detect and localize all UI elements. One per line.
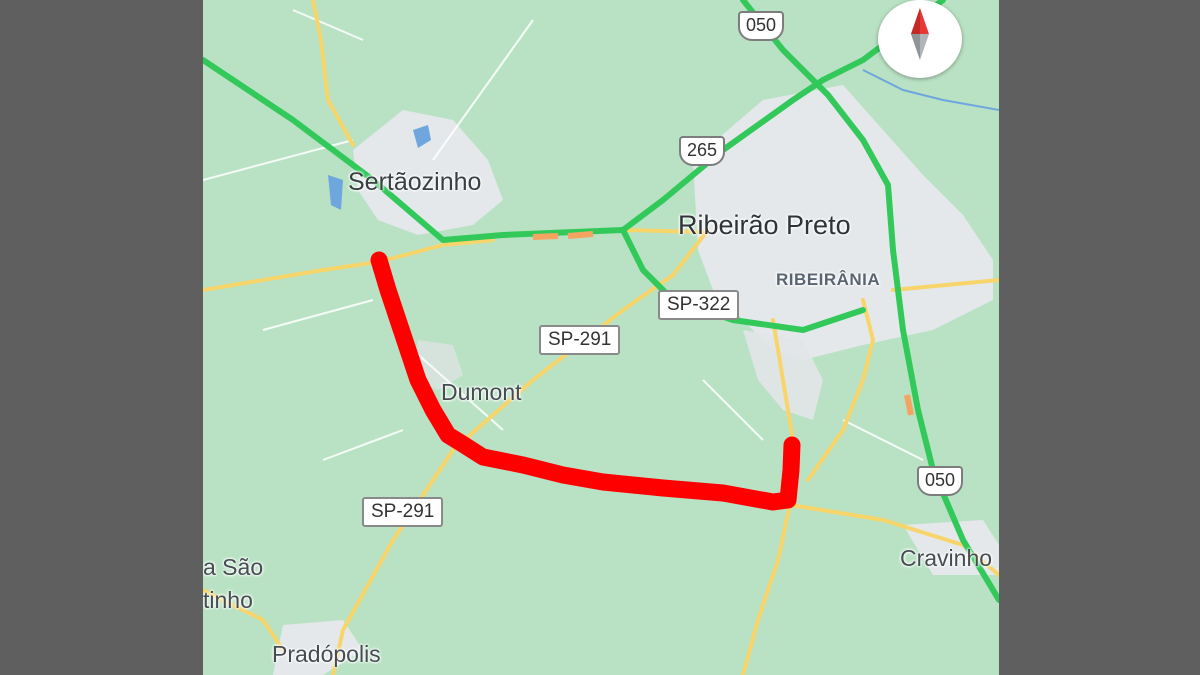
place-label-dumont[interactable]: Dumont [441,379,522,406]
place-label-ribeirania[interactable]: RIBEIRÂNIA [776,270,880,290]
compass-button[interactable] [878,0,962,78]
place-label-pradopolis[interactable]: Pradópolis [272,641,381,668]
place-label-sertaozinho[interactable]: Sertãozinho [348,168,481,197]
place-label-ribeirao-preto[interactable]: Ribeirão Preto [678,210,851,241]
road-shield-050-top[interactable]: 050 [738,11,785,41]
road-shield-sp291-upper[interactable]: SP-291 [539,325,621,355]
road-shield-sp322[interactable]: SP-322 [658,290,740,320]
road-shield-sp291-lower[interactable]: SP-291 [362,497,444,527]
compass-needle-icon [911,8,929,60]
road-shield-265[interactable]: 265 [679,136,726,166]
road-shield-050-right[interactable]: 050 [917,466,964,496]
water-body [328,175,343,210]
place-label-cravinhos[interactable]: Cravinho [900,545,992,572]
place-label-sao-martinho-line1[interactable]: a São [203,554,263,581]
map-view[interactable]: Sertãozinho Ribeirão Preto RIBEIRÂNIA Du… [203,0,999,675]
place-label-sao-martinho-line2[interactable]: tinho [203,587,253,614]
